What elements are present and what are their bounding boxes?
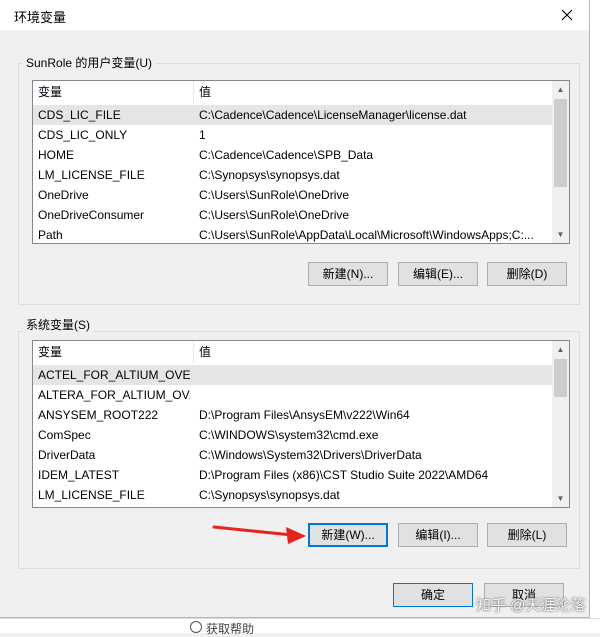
watermark: 知乎 @天涯沦落	[476, 597, 586, 614]
annotation-arrow	[212, 525, 306, 544]
